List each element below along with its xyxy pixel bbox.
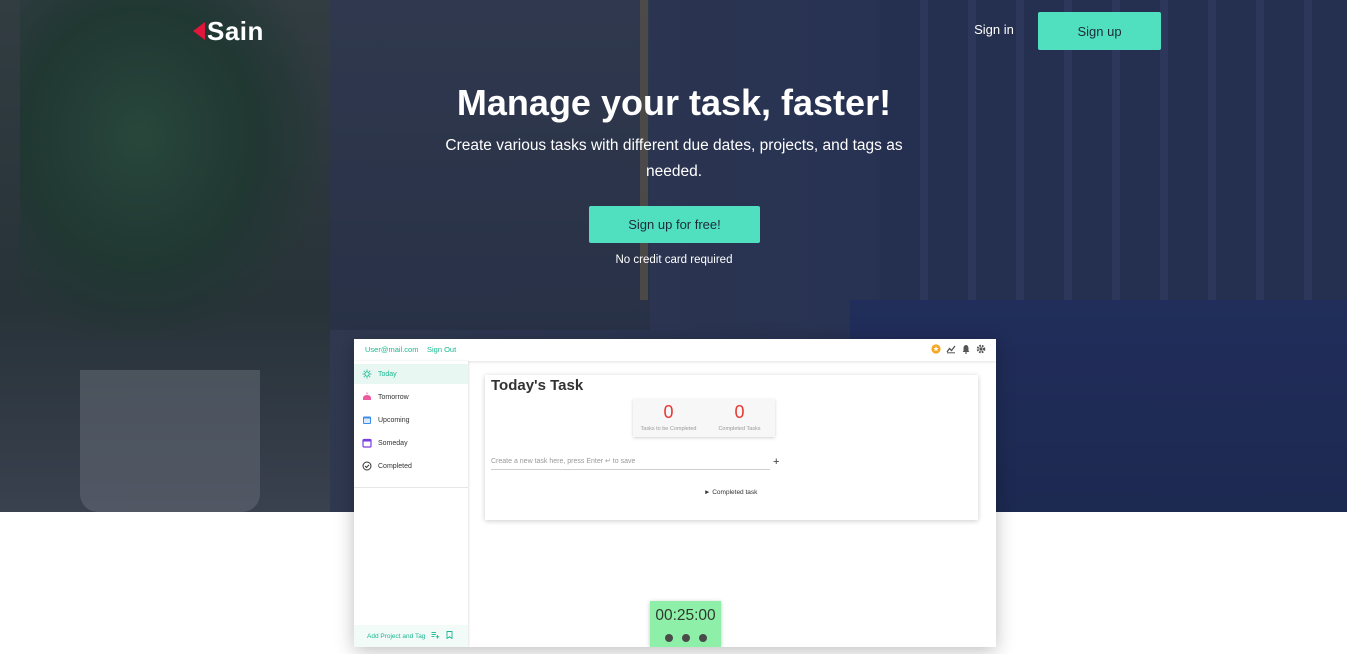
bell-icon[interactable]	[961, 344, 971, 354]
sidebar-divider	[354, 487, 468, 488]
play-icon[interactable]	[665, 634, 673, 642]
gear-icon[interactable]	[976, 344, 986, 354]
calendar-outline-icon	[362, 438, 372, 448]
playlist-add-icon[interactable]	[431, 631, 440, 641]
timer-controls	[665, 634, 707, 642]
topbar-icons	[931, 344, 986, 354]
sidebar-item-completed[interactable]: Completed	[354, 456, 468, 476]
check-circle-icon	[362, 461, 372, 471]
stat-label: Completed Tasks	[718, 426, 761, 432]
completed-task-toggle[interactable]: ► Completed task	[704, 489, 757, 496]
calendar-icon	[362, 415, 372, 425]
page-title: Today's Task	[491, 377, 584, 394]
hero-headline: Manage your task, faster!	[456, 82, 892, 123]
sidebar-item-label: Someday	[378, 439, 408, 447]
brand-logo[interactable]: Sain	[193, 16, 264, 46]
sidebar-item-label: Completed	[378, 462, 412, 470]
sidebar-item-someday[interactable]: Someday	[354, 433, 468, 453]
sidebar-item-upcoming[interactable]: Upcoming	[354, 410, 468, 430]
stop-icon[interactable]	[699, 634, 707, 642]
today-task-card: Today's Task 0 Tasks to be Completed 0 C…	[485, 375, 978, 520]
stat-value: 0	[663, 402, 674, 422]
task-stats: 0 Tasks to be Completed 0 Completed Task…	[633, 399, 775, 437]
logo-mark-icon	[193, 22, 205, 40]
signin-link[interactable]: Sign in	[970, 22, 1018, 37]
stat-value: 0	[734, 402, 745, 422]
pause-icon[interactable]	[682, 634, 690, 642]
sunrise-icon	[362, 392, 372, 402]
sidebar-item-label: Today	[378, 370, 397, 378]
user-email: User@mail.com	[365, 345, 419, 354]
sidebar-item-tomorrow[interactable]: Tomorrow	[354, 387, 468, 407]
app-preview: User@mail.com Sign Out Today Tomorrow Up…	[354, 339, 996, 647]
stat-label: Tasks to be Completed	[640, 426, 697, 432]
brand-name: Sain	[207, 15, 264, 46]
pomodoro-timer: 00:25:00	[650, 601, 721, 647]
chart-icon[interactable]	[946, 344, 956, 354]
sidebar-item-today[interactable]: Today	[354, 364, 468, 384]
no-credit-card-note: No credit card required	[615, 254, 733, 266]
signup-button[interactable]: Sign up	[1038, 12, 1161, 50]
app-topbar: User@mail.com Sign Out	[354, 339, 996, 361]
stat-to-complete: 0 Tasks to be Completed	[633, 401, 704, 432]
bookmark-icon[interactable]	[446, 631, 453, 641]
plus-icon[interactable]: +	[773, 456, 779, 468]
stat-completed: 0 Completed Tasks	[704, 401, 775, 432]
star-badge-icon[interactable]	[931, 344, 941, 354]
new-task-input[interactable]: Create a new task here, press Enter ↵ to…	[491, 455, 770, 470]
sidebar-item-label: Upcoming	[378, 416, 410, 424]
sun-icon	[362, 369, 372, 379]
timer-display: 00:25:00	[655, 607, 716, 624]
hero-subline: Create various tasks with different due …	[445, 137, 903, 180]
sidebar-footer: Add Project and Tag	[354, 625, 468, 647]
app-sidebar: Today Tomorrow Upcoming Someday Complete…	[354, 361, 468, 647]
signup-free-button[interactable]: Sign up for free!	[589, 206, 760, 243]
signout-link[interactable]: Sign Out	[427, 345, 456, 354]
sidebar-item-label: Tomorrow	[378, 393, 409, 401]
add-project-tag-link[interactable]: Add Project and Tag	[367, 633, 425, 640]
